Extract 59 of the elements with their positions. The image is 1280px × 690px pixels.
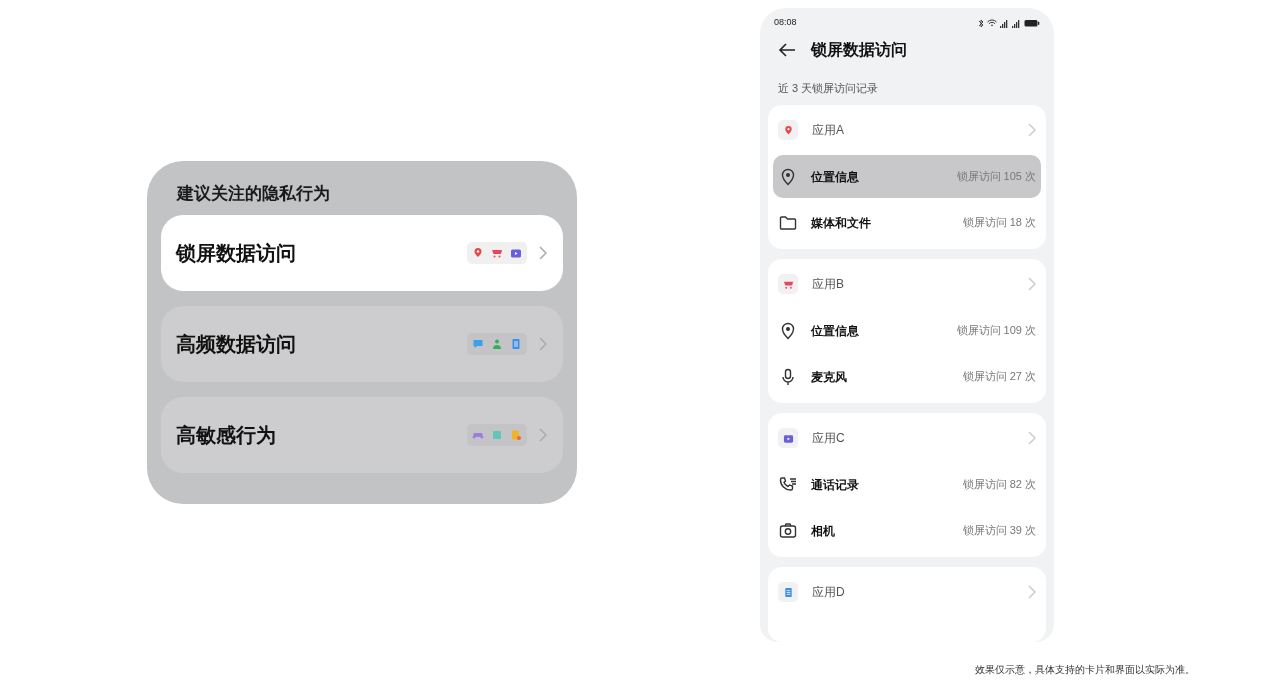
item-label: 高频数据访问 [176, 331, 297, 358]
permission-row[interactable]: 通话记录 锁屏访问 82 次 [773, 463, 1041, 506]
app-row[interactable]: 应用A [773, 105, 1041, 155]
person-icon [491, 338, 503, 350]
footnote: 效果仅示意，具体支持的卡片和界面以实际为准。 [975, 663, 1195, 677]
chevron-right-icon [539, 428, 547, 442]
signal-icon [1012, 18, 1021, 28]
privacy-item[interactable]: 锁屏数据访问 [161, 215, 563, 291]
app-name: 应用D [812, 584, 846, 601]
video-icon [510, 247, 522, 259]
chevron-right-icon [1028, 585, 1036, 599]
back-arrow-icon[interactable] [778, 42, 796, 58]
chevron-right-icon [539, 246, 547, 260]
access-count: 锁屏访问 39 次 [962, 523, 1036, 539]
item-label: 锁屏数据访问 [176, 240, 297, 267]
permission-row[interactable]: 位置信息 锁屏访问 105 次 [773, 155, 1041, 198]
signal-icon [1000, 18, 1009, 28]
pin-icon [472, 247, 484, 259]
app-row[interactable]: 应用D [773, 567, 1041, 617]
app-name: 应用A [812, 122, 845, 139]
page-title: 锁屏数据访问 [811, 39, 907, 61]
privacy-item[interactable]: 高敏感行为 [161, 397, 563, 473]
chevron-right-icon [1028, 277, 1036, 291]
camera-icon [778, 520, 798, 541]
permission-name: 通话记录 [811, 476, 860, 494]
app-row[interactable]: 应用B [773, 259, 1041, 309]
privacy-item[interactable]: 高频数据访问 [161, 306, 563, 382]
chevron-right-icon [539, 337, 547, 351]
widget-title: 建议关注的隐私行为 [175, 182, 331, 205]
access-count: 锁屏访问 27 次 [962, 369, 1036, 385]
permission-row[interactable]: 媒体和文件 锁屏访问 18 次 [773, 201, 1041, 244]
book-icon [491, 429, 503, 441]
permission-name: 麦克风 [811, 368, 848, 386]
permission-row[interactable]: 相机 锁屏访问 39 次 [773, 509, 1041, 552]
permission-name: 位置信息 [811, 322, 860, 340]
app-name: 应用B [812, 276, 845, 293]
access-count: 锁屏访问 82 次 [962, 477, 1036, 493]
permission-name: 媒体和文件 [811, 214, 872, 232]
chevron-right-icon [1028, 123, 1036, 137]
item-label: 高敏感行为 [176, 422, 277, 449]
permission-name: 相机 [811, 522, 836, 540]
section-label: 近 3 天锁屏访问记录 [777, 81, 880, 96]
battery-icon [1024, 19, 1040, 27]
app-row[interactable]: 应用C [773, 413, 1041, 463]
permission-row[interactable]: 位置信息 锁屏访问 109 次 [773, 309, 1041, 352]
badge-icon [510, 429, 522, 441]
access-count: 锁屏访问 109 次 [956, 323, 1036, 339]
access-count: 锁屏访问 105 次 [956, 169, 1036, 185]
chat-icon [472, 338, 484, 350]
bluetooth-icon [978, 18, 984, 28]
wifi-icon [987, 19, 997, 27]
document-icon [510, 338, 522, 350]
access-count: 锁屏访问 18 次 [962, 215, 1036, 231]
permission-name: 位置信息 [811, 168, 860, 186]
app-name: 应用C [812, 430, 846, 447]
permission-row[interactable]: 麦克风 锁屏访问 27 次 [773, 355, 1041, 398]
chevron-right-icon [1028, 431, 1036, 445]
cart-icon [491, 247, 503, 259]
status-time: 08:08 [774, 16, 797, 30]
